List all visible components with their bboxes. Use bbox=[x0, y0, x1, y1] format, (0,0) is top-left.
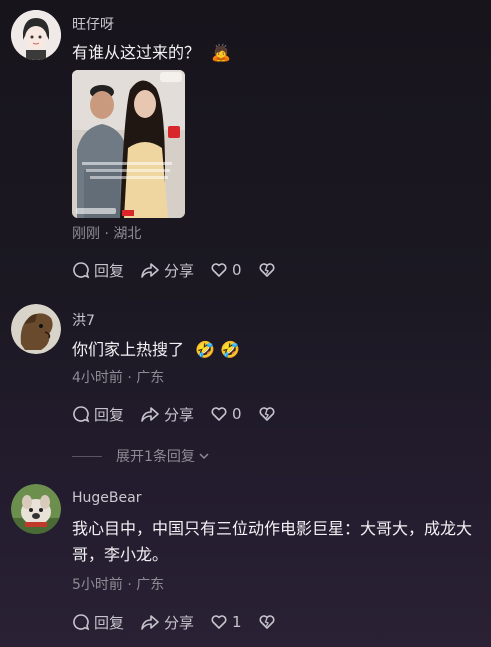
like-count: 0 bbox=[232, 405, 242, 423]
share-arrow-icon bbox=[141, 615, 159, 630]
dislike-heart-icon bbox=[259, 407, 275, 421]
reply-button[interactable]: 回复 bbox=[72, 612, 124, 633]
share-arrow-icon bbox=[141, 407, 159, 422]
username[interactable]: 旺仔呀 bbox=[72, 14, 114, 34]
like-count: 0 bbox=[232, 261, 242, 279]
reply-label: 回复 bbox=[94, 405, 125, 424]
divider bbox=[72, 455, 102, 457]
username[interactable]: HugeBear bbox=[72, 490, 141, 506]
comment-meta: 5小时前 · 广东 bbox=[72, 577, 165, 593]
like-count: 1 bbox=[232, 613, 242, 631]
comment-meta: 4小时前 · 广东 bbox=[72, 370, 165, 386]
dislike-heart-icon bbox=[259, 263, 275, 277]
dislike-heart-icon bbox=[259, 615, 275, 629]
comment-bubble-icon bbox=[73, 406, 90, 423]
share-label: 分享 bbox=[164, 405, 195, 424]
share-button[interactable]: 分享 bbox=[140, 612, 194, 633]
username[interactable]: 洪7 bbox=[72, 310, 95, 330]
avatar[interactable] bbox=[11, 10, 61, 60]
comment-text-body: 你们家上热搜了 bbox=[72, 340, 185, 359]
dislike-button[interactable] bbox=[258, 613, 280, 631]
share-button[interactable]: 分享 bbox=[140, 260, 194, 281]
chevron-down-icon bbox=[199, 453, 209, 460]
comment-meta: 刚刚 · 湖北 bbox=[72, 226, 142, 242]
comment-actions: 回复 分享 1 bbox=[72, 612, 296, 632]
comment-actions: 回复 分享 0 bbox=[72, 260, 296, 280]
comment-bubble-icon bbox=[73, 614, 90, 631]
reply-button[interactable]: 回复 bbox=[72, 404, 124, 425]
dislike-button[interactable] bbox=[258, 405, 280, 423]
expand-replies-button[interactable]: 展开1条回复 bbox=[72, 446, 211, 466]
avatar[interactable] bbox=[11, 484, 61, 534]
emoji: 🤣 🤣 bbox=[195, 340, 241, 359]
comment-bubble-icon bbox=[73, 262, 90, 279]
share-label: 分享 bbox=[164, 613, 195, 632]
share-arrow-icon bbox=[141, 263, 159, 278]
comment-text-body: 有谁从这过来的？ bbox=[72, 43, 201, 62]
reply-button[interactable]: 回复 bbox=[72, 260, 124, 281]
comment-text: 有谁从这过来的？ 🙇 bbox=[72, 40, 479, 66]
like-button[interactable]: 0 bbox=[210, 405, 242, 423]
avatar[interactable] bbox=[11, 304, 61, 354]
comment-text: 你们家上热搜了 🤣 🤣 bbox=[72, 337, 479, 363]
reply-label: 回复 bbox=[94, 261, 125, 280]
comment-image[interactable] bbox=[72, 70, 185, 218]
heart-icon bbox=[211, 615, 227, 629]
reply-label: 回复 bbox=[94, 613, 125, 632]
comment-text: 我心目中，中国只有三位动作电影巨星：大哥大，成龙大哥，李小龙。 bbox=[72, 519, 473, 564]
dislike-button[interactable] bbox=[258, 261, 280, 279]
emoji: 🙇 bbox=[211, 43, 232, 62]
share-label: 分享 bbox=[164, 261, 195, 280]
expand-replies-label: 展开1条回复 bbox=[116, 449, 195, 465]
heart-icon bbox=[211, 407, 227, 421]
heart-icon bbox=[211, 263, 227, 277]
like-button[interactable]: 1 bbox=[210, 613, 242, 631]
like-button[interactable]: 0 bbox=[210, 261, 242, 279]
share-button[interactable]: 分享 bbox=[140, 404, 194, 425]
comment-actions: 回复 分享 0 bbox=[72, 404, 296, 424]
